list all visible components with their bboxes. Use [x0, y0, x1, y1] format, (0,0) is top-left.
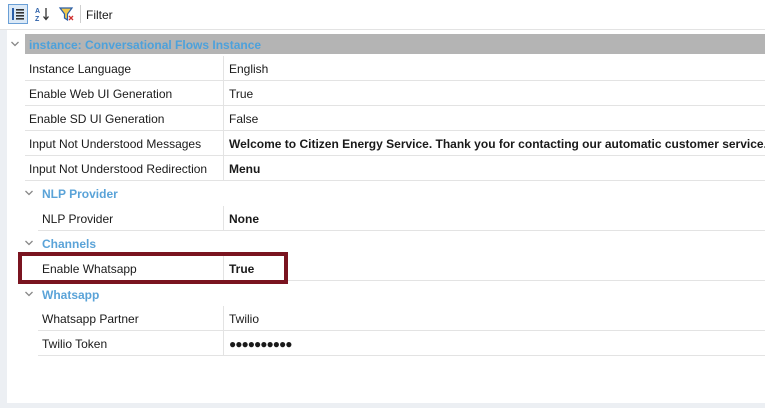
chevron-down-icon[interactable] [10, 39, 20, 49]
property-value[interactable]: True [229, 87, 253, 101]
property-value[interactable]: None [229, 212, 259, 226]
column-divider [223, 106, 224, 131]
property-value[interactable]: Welcome to Citizen Energy Service. Thank… [229, 137, 765, 151]
property-name: Instance Language [29, 62, 132, 76]
grid-left-gutter [0, 30, 7, 408]
svg-text:Z: Z [35, 16, 40, 22]
property-value[interactable]: False [229, 112, 258, 126]
property-row-input-not-understood-redirection[interactable]: Input Not Understood Redirection Menu [25, 156, 765, 181]
filter-funnel-icon [58, 7, 74, 22]
property-row-twilio-token[interactable]: Twilio Token ●●●●●●●●●● [38, 331, 765, 356]
category-instance[interactable]: instance: Conversational Flows Instance [0, 32, 765, 56]
property-row-whatsapp-partner[interactable]: Whatsapp Partner Twilio [38, 306, 765, 331]
column-divider [223, 206, 224, 231]
column-divider [223, 131, 224, 156]
property-value[interactable]: Menu [229, 162, 260, 176]
grid-bottom-gutter [0, 403, 765, 408]
instance-header-label: instance: Conversational Flows Instance [29, 38, 262, 52]
categorized-view-icon [12, 8, 24, 20]
column-divider [223, 56, 224, 81]
property-name: NLP Provider [42, 212, 114, 226]
property-value[interactable]: English [229, 62, 268, 76]
property-row-enable-sd-ui[interactable]: Enable SD UI Generation False [25, 106, 765, 131]
alphabetical-sort-button[interactable]: A Z [32, 4, 52, 24]
property-name: Enable Web UI Generation [29, 87, 173, 101]
alphabetical-sort-icon: A Z [35, 8, 49, 22]
property-row-instance-language[interactable]: Instance Language English [25, 56, 765, 81]
column-divider [223, 81, 224, 106]
category-whatsapp[interactable]: Whatsapp [14, 282, 765, 306]
column-divider [223, 331, 224, 356]
property-name: Input Not Understood Messages [29, 137, 202, 151]
property-name: Twilio Token [42, 337, 108, 351]
property-name: Enable SD UI Generation [29, 112, 165, 126]
property-toolbar: A Z Filter [0, 0, 765, 30]
property-row-enable-web-ui[interactable]: Enable Web UI Generation True [25, 81, 765, 106]
chevron-down-icon[interactable] [24, 188, 34, 198]
property-value-masked[interactable]: ●●●●●●●●●● [229, 337, 292, 351]
column-divider [223, 156, 224, 181]
column-divider [223, 306, 224, 331]
category-label: Channels [42, 237, 97, 251]
toolbar-separator [80, 5, 81, 23]
property-grid: instance: Conversational Flows Instance … [0, 30, 765, 408]
property-row-input-not-understood-messages[interactable]: Input Not Understood Messages Welcome to… [25, 131, 765, 156]
categorized-view-button[interactable] [8, 4, 28, 24]
filter-properties-button[interactable] [56, 4, 76, 24]
property-row-nlp-provider[interactable]: NLP Provider None [38, 206, 765, 231]
chevron-down-icon[interactable] [24, 289, 34, 299]
instance-header-bar: instance: Conversational Flows Instance [25, 34, 765, 54]
category-label: NLP Provider [42, 187, 118, 201]
category-nlp-provider[interactable]: NLP Provider [14, 181, 765, 205]
annotation-highlight-box [18, 252, 288, 284]
svg-text:A: A [35, 8, 40, 15]
category-label: Whatsapp [42, 288, 100, 302]
property-name: Whatsapp Partner [42, 312, 139, 326]
filter-label[interactable]: Filter [86, 8, 113, 22]
property-name: Input Not Understood Redirection [29, 162, 208, 176]
property-value[interactable]: Twilio [229, 312, 259, 326]
chevron-down-icon[interactable] [24, 238, 34, 248]
